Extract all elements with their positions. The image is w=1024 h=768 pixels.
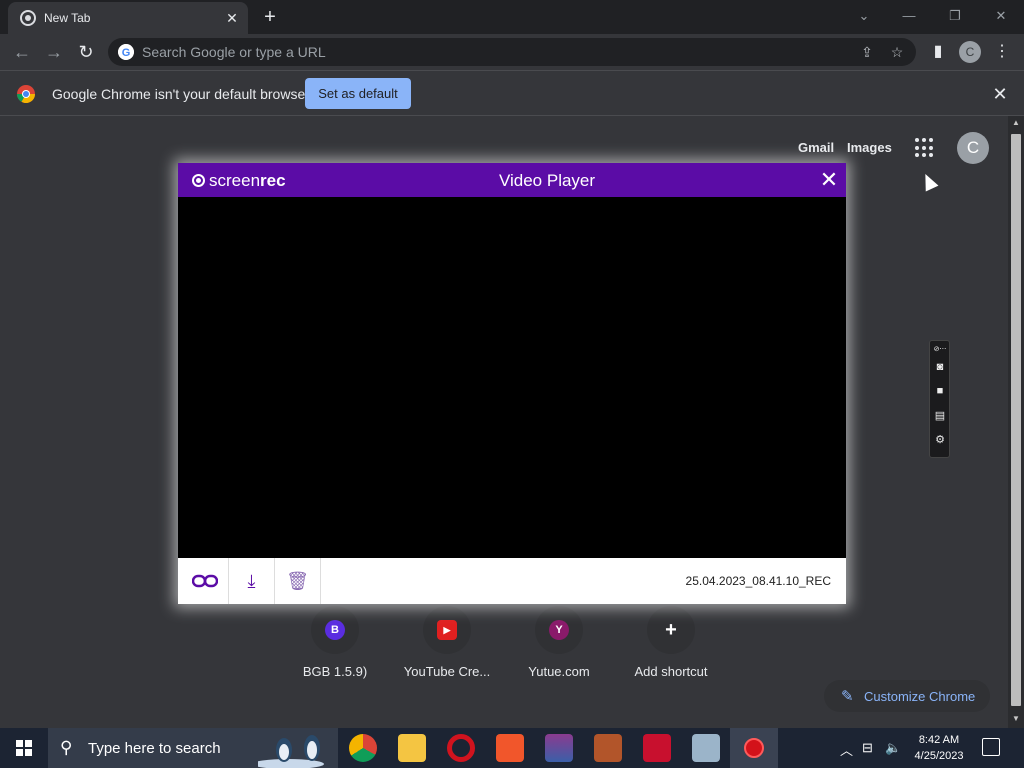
scroll-up-icon[interactable]: ▲ (1008, 116, 1024, 130)
player-footer: ⤓ 🗑 25.04.2023_08.41.10_REC (178, 558, 846, 604)
video-player-dialog: screenrec Video Player ✕ ⤓ 🗑 25.04.2023_… (178, 163, 846, 604)
chrome-icon (20, 10, 36, 26)
scroll-down-icon[interactable]: ▼ (1008, 712, 1024, 726)
default-browser-infobar: Google Chrome isn't your default browser… (0, 70, 1024, 116)
omnibox[interactable]: G ⇪ ☆ (108, 38, 916, 66)
brave-icon[interactable] (496, 734, 524, 762)
shortcut-favicon: B (325, 620, 345, 640)
google-apps-icon[interactable] (915, 138, 935, 158)
network-icon[interactable]: ⊟ (862, 740, 873, 756)
google-icon: G (118, 44, 134, 60)
player-header: screenrec Video Player ✕ (178, 163, 846, 197)
file-explorer-icon[interactable] (398, 734, 426, 762)
shortcut-tile[interactable]: ▶ YouTube Cre... (391, 606, 503, 686)
plus-icon: + (665, 619, 677, 641)
add-shortcut-tile[interactable]: + Add shortcut (615, 606, 727, 686)
tab-strip: New Tab ✕ + ⌄ — ❐ ✕ (0, 0, 1024, 34)
tab-new-tab[interactable]: New Tab ✕ (8, 2, 248, 34)
profile-avatar[interactable]: C (959, 41, 981, 63)
search-icon: ⚲ (60, 738, 73, 757)
shortcut-label: Yutue.com (528, 664, 590, 679)
shortcut-tile[interactable]: B BGB 1.5.9) (279, 606, 391, 686)
screenrec-record-icon (744, 738, 764, 758)
tray-chevron-icon[interactable]: ︿ (840, 740, 853, 759)
browser-toolbar: ← → ↻ G ⇪ ☆ ▮ C ⋮ (0, 34, 1024, 70)
mouse-cursor (919, 171, 939, 192)
minimize-button[interactable]: — (897, 6, 921, 26)
page-scrollbar[interactable]: ▲ ▼ (1008, 116, 1024, 728)
trash-icon[interactable]: 🗑 (275, 558, 321, 604)
paint-icon[interactable] (692, 734, 720, 762)
clock-date: 4/25/2023 (914, 750, 964, 762)
chrome-taskbar-icon[interactable] (349, 734, 377, 762)
shortcut-label: BGB 1.5.9) (302, 664, 368, 679)
download-icon[interactable]: ⤓ (229, 558, 275, 604)
window-close-button[interactable]: ✕ (989, 6, 1013, 26)
gallery-icon[interactable]: ▤ (932, 409, 948, 423)
pencil-icon: ✎ (841, 688, 854, 705)
screenshot-camera-icon[interactable]: ◙ (932, 360, 948, 374)
volume-icon[interactable]: 🔈 (885, 740, 901, 756)
notification-icon[interactable] (982, 738, 1000, 756)
taskbar-clock[interactable]: 8:42 AM 4/25/2023 (904, 732, 974, 764)
set-as-default-button[interactable]: Set as default (305, 78, 411, 109)
recording-filename: 25.04.2023_08.41.10_REC (685, 574, 831, 588)
share-icon[interactable]: ⇪ (858, 44, 876, 60)
game-icon[interactable] (594, 734, 622, 762)
infobar-message: Google Chrome isn't your default browser (52, 86, 310, 102)
opera-icon[interactable] (447, 734, 475, 762)
shortcut-icon-bg: ▶ (423, 606, 471, 654)
shortcut-label: Add shortcut (634, 664, 708, 679)
link-icon[interactable] (182, 558, 229, 604)
tab-search-icon[interactable]: ⌄ (852, 6, 876, 26)
shortcut-label: YouTube Cre... (403, 664, 491, 679)
shortcut-favicon: Y (549, 620, 569, 640)
shortcut-icon-bg: B (311, 606, 359, 654)
taskbar-search[interactable]: ⚲ Type here to search (48, 728, 338, 768)
flash-icon[interactable] (643, 734, 671, 762)
forward-button[interactable]: → (42, 40, 66, 64)
shortcut-icon-bg: + (647, 606, 695, 654)
penguins-icon (258, 735, 324, 768)
restore-button[interactable]: ❐ (943, 6, 967, 26)
customize-label: Customize Chrome (864, 689, 976, 704)
chrome-logo-icon (17, 85, 35, 103)
infobar-close-icon[interactable]: ✕ (990, 84, 1010, 104)
scrollbar-thumb[interactable] (1011, 134, 1021, 706)
svg-text:G: G (122, 47, 131, 59)
customize-chrome-button[interactable]: ✎ Customize Chrome (824, 680, 990, 712)
clock-time: 8:42 AM (918, 734, 960, 746)
player-title: Video Player (498, 171, 596, 190)
menu-kebab-icon[interactable]: ⋮ (991, 41, 1013, 63)
tab-title: New Tab (44, 11, 91, 25)
settings-gear-icon[interactable]: ⚙ (932, 433, 948, 447)
video-canvas[interactable] (178, 197, 846, 558)
reload-button[interactable]: ↻ (74, 40, 98, 64)
images-link[interactable]: Images (847, 140, 892, 155)
account-avatar[interactable]: C (957, 132, 989, 164)
omnibox-input[interactable] (142, 42, 842, 62)
winrar-icon[interactable] (545, 734, 573, 762)
video-camera-icon[interactable]: ■ (932, 384, 948, 398)
side-panel-icon[interactable]: ▮ (927, 41, 949, 63)
shortcut-tile[interactable]: Y Yutue.com (503, 606, 615, 686)
taskbar-search-placeholder: Type here to search (88, 740, 221, 757)
player-close-icon[interactable]: ✕ (818, 169, 840, 191)
windows-logo-icon (16, 740, 32, 756)
screenrec-taskbar-button[interactable] (730, 728, 778, 768)
recorder-side-panel: ⊘⋯ ◙ ■ ▤ ⚙ (929, 340, 950, 458)
panel-more-icon[interactable]: ⊘⋯ (932, 343, 948, 357)
gmail-link[interactable]: Gmail (798, 140, 834, 155)
start-button[interactable] (0, 728, 48, 768)
youtube-icon: ▶ (437, 620, 457, 640)
bookmark-star-icon[interactable]: ☆ (888, 44, 906, 60)
new-tab-button[interactable]: + (258, 6, 282, 30)
back-button[interactable]: ← (10, 40, 34, 64)
tab-close-icon[interactable]: ✕ (224, 10, 240, 26)
windows-taskbar: ⚲ Type here to search ︿ ⊟ 🔈 8:42 AM 4/25… (0, 728, 1024, 768)
shortcut-icon-bg: Y (535, 606, 583, 654)
